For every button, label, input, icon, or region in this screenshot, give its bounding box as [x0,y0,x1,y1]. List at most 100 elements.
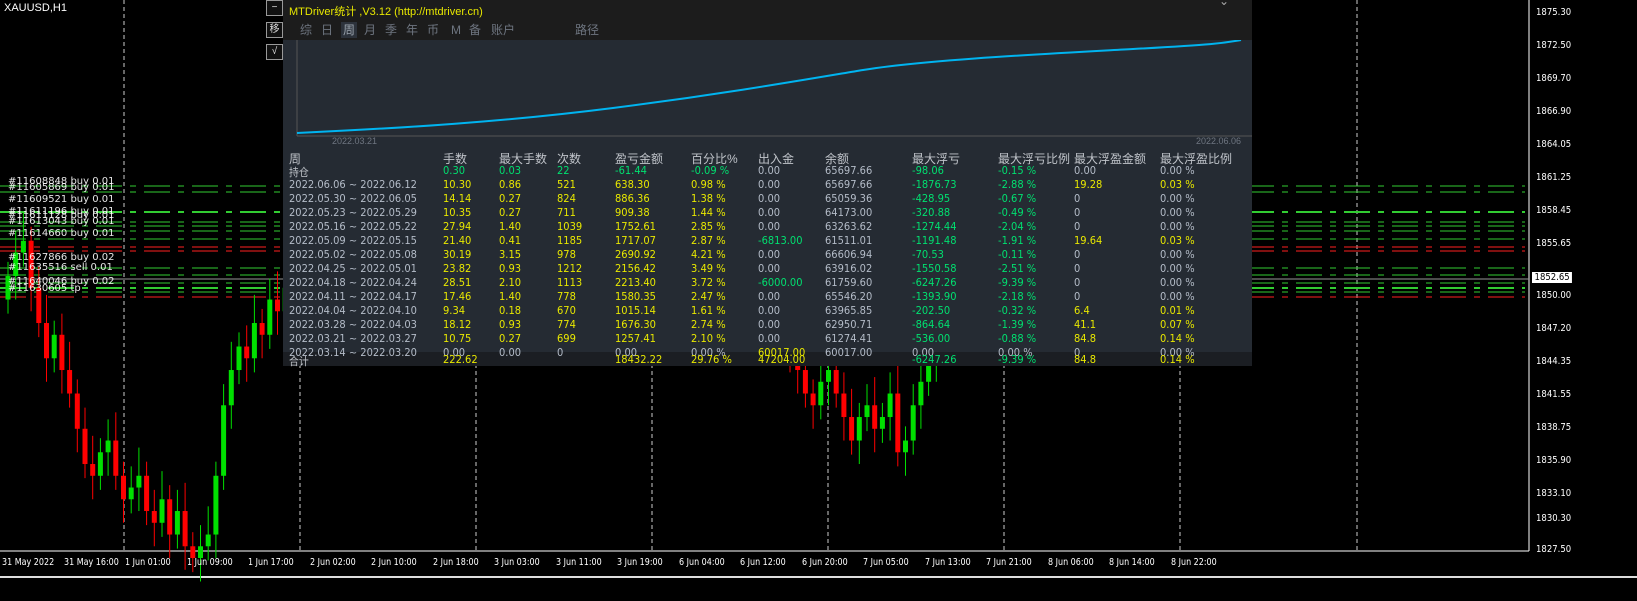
table-row-cell: 0.00 [499,346,522,359]
table-row-cell: -0.49 % [998,206,1037,219]
tab-9[interactable]: 账户 [489,22,517,38]
table-row-cell: 0.00 % [1160,262,1195,275]
time-tick-label: 2 Jun 18:00 [432,557,479,568]
table-row-cell: 28.51 [443,276,472,289]
table-row-cell: 0.00 [758,192,781,205]
bear-candle [151,511,157,523]
table-row-cell: 1717.07 [615,234,656,247]
tab-6[interactable]: 币 [425,22,441,38]
time-tick-label: 7 Jun 13:00 [924,557,971,568]
table-row-cell: 61274.41 [825,332,873,345]
table-row-cell: 1.38 % [691,192,726,205]
table-row-cell: 27.94 [443,220,472,233]
tab-0[interactable]: 综 [298,22,314,38]
table-row-cell: -1876.73 [912,178,957,191]
table-row-cell: 3.15 [499,248,522,261]
price-tick-label: 1855.65 [1536,238,1572,249]
tab-5[interactable]: 年 [404,22,420,38]
bull-candle [910,405,916,441]
table-row-cell: 711 [557,206,576,219]
tab-3[interactable]: 月 [362,22,378,38]
time-tick-label: 6 Jun 12:00 [740,557,786,568]
table-row-cell: 1257.41 [615,332,656,345]
table-row-cell: 0 [1074,220,1081,233]
time-tick-label: 31 May 16:00 [63,557,119,568]
table-row-cell: 2.10 % [691,332,726,345]
time-tick-label: 8 Jun 06:00 [1047,557,1094,568]
bull-candle [887,393,893,418]
bull-candle [267,299,273,335]
table-row-cell: 2022.05.30 ~ 2022.06.05 [289,192,417,205]
bear-candle [849,417,855,441]
table-row-cell: 2022.03.21 ~ 2022.03.27 [289,332,417,345]
table-row-cell: 2022.04.04 ~ 2022.04.10 [289,304,417,317]
tab-2[interactable]: 周 [341,22,358,38]
bear-candle [802,370,808,394]
table-row-cell: 14.14 [443,192,472,205]
table-row-cell: 2.85 % [691,220,726,233]
bull-candle [221,405,227,476]
table-row-cell: 2.47 % [691,290,726,303]
table-row-cell: 64173.00 [825,206,873,219]
table-row-cell: 30.19 [443,248,472,261]
table-row-cell: 1212 [557,262,583,275]
bear-candle [113,440,119,476]
minimize-button[interactable]: − [266,0,283,16]
tab-1[interactable]: 日 [319,22,335,38]
price-tick-label: 1847.20 [1536,323,1572,334]
price-tick-label: 1858.45 [1536,205,1572,216]
table-row-cell: 60017.00 [825,346,873,359]
bear-candle [67,370,73,394]
order-label: #11635516 sell 0.01 [8,262,113,273]
table-row-cell: -1393.90 [912,290,957,303]
time-tick-label: 8 Jun 14:00 [1109,557,1155,568]
collapse-icon[interactable]: ⌄ [1219,0,1229,8]
bull-candle [205,534,211,547]
tab-4[interactable]: 季 [383,22,399,38]
position-row-cell: -98.06 [912,164,944,177]
time-tick-label: 1 Jun 01:00 [125,557,171,568]
table-row-cell: 2.74 % [691,318,726,331]
table-row-cell: -9.39 % [998,276,1037,289]
position-row-cell: 65697.66 [825,164,873,177]
bear-candle [167,499,173,535]
bull-candle [51,334,57,359]
table-row-cell: 1039 [557,220,583,233]
table-row-cell: 2.10 [499,276,522,289]
order-label: #11614660 buy 0.01 [8,228,115,239]
table-row-cell: 0.00 [758,262,781,275]
table-row-cell: -202.50 [912,304,951,317]
table-row-cell: 10.75 [443,332,472,345]
bear-candle [275,299,280,312]
position-row-cell: -61.44 [615,164,647,177]
tab-7[interactable]: M [449,22,463,38]
bull-candle [856,417,862,441]
time-tick-label: 3 Jun 11:00 [555,557,602,568]
bear-candle [121,475,126,500]
bear-candle [872,405,878,429]
confirm-button[interactable]: √ [266,44,283,60]
bull-candle [251,323,257,359]
bear-candle [259,323,265,335]
bull-candle [136,475,142,488]
table-row-cell: 23.82 [443,262,472,275]
table-row-cell: 778 [557,290,576,303]
position-row-cell: 0.00 [1074,164,1097,177]
tab-8[interactable]: 备 [467,22,483,38]
table-row-cell: -70.53 [912,248,944,261]
table-row-cell: 0.93 [499,318,522,331]
table-row-cell: 0.03 % [1160,178,1195,191]
symbol-label: XAUUSD,H1 [4,2,67,14]
table-row-cell: 0.00 [758,318,781,331]
table-row-cell: -428.95 [912,192,951,205]
tab-10[interactable]: 路径 [573,22,601,38]
table-row-cell: 63263.62 [825,220,873,233]
table-row-cell: 0 [1074,290,1081,303]
bull-candle [903,440,908,453]
move-button[interactable]: 移 [266,22,283,38]
table-row-cell: 10.30 [443,178,472,191]
bull-candle [105,440,111,453]
price-tick-label: 1850.00 [1536,290,1572,301]
total-row-cell: 47204.00 [758,353,806,366]
table-row-cell: 2022.05.23 ~ 2022.05.29 [289,206,417,219]
